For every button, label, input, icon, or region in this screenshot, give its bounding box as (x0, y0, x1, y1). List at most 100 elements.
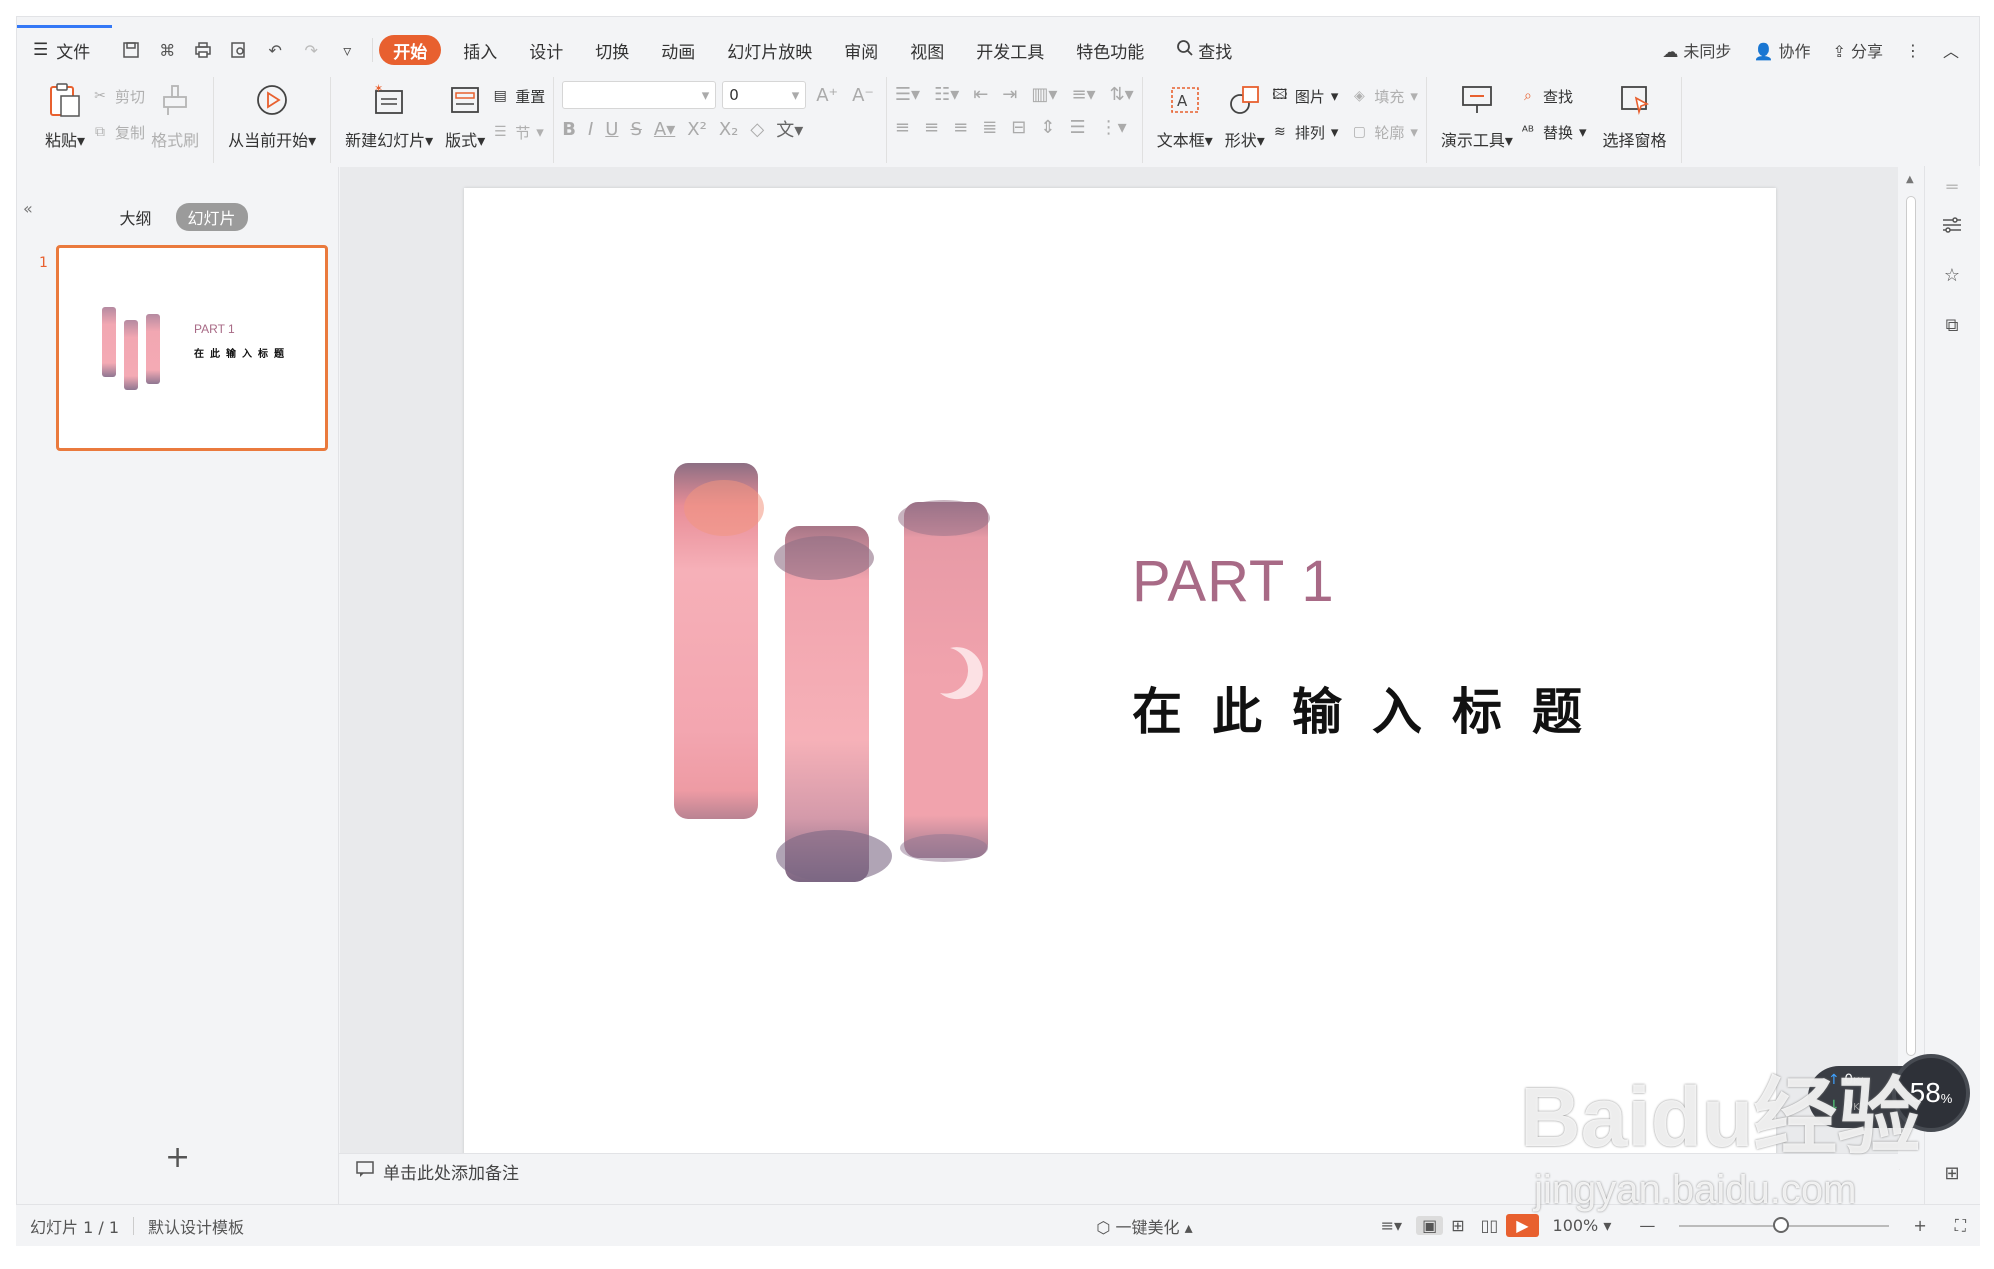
play-slideshow-button[interactable]: ▶ (1506, 1214, 1539, 1237)
align-right-icon[interactable]: ≡ (953, 117, 968, 138)
collab-button[interactable]: 👤 协作 (1753, 38, 1810, 62)
collapse-ribbon-icon[interactable]: ︿ (1943, 38, 1959, 62)
scroll-thumb[interactable] (1906, 196, 1916, 1056)
bold-icon[interactable]: B (562, 119, 576, 140)
cut-button[interactable]: ✂ 剪切 (91, 83, 145, 109)
print-icon[interactable] (192, 39, 214, 61)
panel-handle-icon[interactable]: ═ (1939, 174, 1965, 200)
zoom-value[interactable]: 100% ▾ (1539, 1216, 1626, 1235)
numbering-icon[interactable]: ☷▾ (934, 84, 959, 105)
bullets-icon[interactable]: ☰▾ (895, 84, 920, 105)
slide-sorter-icon[interactable]: ⊞ (1443, 1216, 1472, 1235)
tab-review[interactable]: 审阅 (828, 35, 894, 65)
slide[interactable]: PART 1 在此输入标题 (464, 188, 1776, 1168)
template-name[interactable]: 默认设计模板 (134, 1214, 258, 1238)
tab-home[interactable]: 开始 (379, 35, 442, 65)
vertical-align-icon[interactable]: ⇕ (1040, 117, 1055, 138)
format-painter-button[interactable]: 格式刷 (145, 77, 205, 157)
copy-button[interactable]: ⧉ 复制 (91, 119, 145, 145)
shape-button[interactable]: 形状▾ (1219, 77, 1271, 157)
slides-panel: « 大纲 幻灯片 1 PART 1 在此输入标题 + (17, 167, 339, 1205)
undo-icon[interactable]: ↶ (264, 39, 286, 61)
tab-animation[interactable]: 动画 (645, 35, 711, 65)
scroll-up-arrow[interactable]: ▲ (1906, 174, 1914, 185)
slide-part-label[interactable]: PART 1 (1132, 548, 1335, 615)
tab-transition[interactable]: 切换 (579, 35, 645, 65)
share-button[interactable]: ⇪ 分享 (1832, 38, 1883, 62)
redo-icon[interactable]: ↷ (300, 39, 322, 61)
present-tools-button[interactable]: 演示工具▾ (1435, 77, 1519, 157)
font-name-combo[interactable]: ▾ (562, 81, 717, 109)
zoom-in-icon[interactable]: + (1899, 1216, 1940, 1235)
format-painter-quick-icon[interactable]: ⌘ (156, 39, 178, 61)
zoom-slider[interactable] (1679, 1216, 1890, 1233)
replace-button[interactable]: ᴬᴮ 替换 ▾ (1519, 119, 1587, 145)
columns-icon[interactable]: ▥▾ (1031, 84, 1057, 105)
beautify-button[interactable]: ⬡ 一键美化 ▴ (1082, 1214, 1206, 1238)
search-button[interactable]: 查找 (1160, 35, 1248, 65)
text-box-button[interactable]: A 文本框▾ (1151, 77, 1219, 157)
layout-button[interactable]: 版式▾ (439, 77, 491, 157)
file-menu[interactable]: ☰ 文件 (17, 35, 106, 65)
align-left-icon[interactable]: ≡ (895, 117, 910, 138)
grid-apps-icon[interactable]: ⊞ (1939, 1160, 1965, 1186)
tab-slides[interactable]: 幻灯片 (175, 203, 248, 231)
normal-view-icon[interactable]: ▣ (1416, 1216, 1444, 1235)
subscript-icon[interactable]: X₂ (719, 119, 739, 140)
select-pane-button[interactable]: 选择窗格 (1597, 77, 1673, 157)
section-button[interactable]: ☰ 节 ▾ (491, 119, 545, 145)
increase-indent-icon[interactable]: ⇥ (1002, 84, 1017, 105)
customize-dropdown-icon[interactable]: ▿ (336, 39, 358, 61)
sync-button[interactable]: ☁ 未同步 (1662, 38, 1731, 62)
tab-slideshow[interactable]: 幻灯片放映 (711, 35, 828, 65)
settings-sliders-icon[interactable] (1939, 212, 1965, 238)
picture-button[interactable]: 🖾 图片 ▾ (1271, 83, 1338, 109)
from-current-button[interactable]: 从当前开始▾ (222, 77, 322, 157)
notes-toggle-icon[interactable]: ≡▾ (1367, 1216, 1416, 1235)
font-size-combo[interactable]: 0 ▾ (722, 81, 807, 109)
zoom-slider-thumb[interactable] (1773, 1216, 1790, 1233)
distribute-icon[interactable]: ⊟ (1011, 117, 1026, 138)
vertical-scrollbar[interactable]: ▲ (1898, 166, 1924, 1169)
justify-icon[interactable]: ≣ (982, 117, 997, 138)
clear-format-icon[interactable]: ◇ (750, 119, 764, 140)
strikethrough-icon[interactable]: S (630, 119, 641, 140)
tab-outline[interactable]: 大纲 (107, 203, 163, 231)
underline-icon[interactable]: U (605, 119, 618, 140)
fill-button[interactable]: ◈ 填充 ▾ (1350, 83, 1418, 109)
reading-view-icon[interactable]: ▯▯ (1473, 1216, 1507, 1235)
phonetic-icon[interactable]: 文▾ (776, 116, 803, 142)
slide-title[interactable]: 在此输入标题 (1132, 672, 1612, 744)
new-slide-button[interactable]: ✶ 新建幻灯片▾ (339, 77, 439, 157)
grow-font-icon[interactable]: A⁺ (812, 85, 842, 106)
zoom-out-icon[interactable]: — (1625, 1216, 1669, 1235)
add-slide-button[interactable]: + (165, 1140, 190, 1175)
convert-icon[interactable]: ⋮▾ (1100, 117, 1127, 138)
superscript-icon[interactable]: X² (687, 119, 707, 140)
line-spacing-icon[interactable]: ≡▾ (1071, 84, 1095, 105)
save-icon[interactable] (120, 39, 142, 61)
outline-button[interactable]: ▢ 轮廓 ▾ (1350, 119, 1418, 145)
tab-developer[interactable]: 开发工具 (960, 35, 1060, 65)
font-color-icon[interactable]: A▾ (654, 119, 675, 140)
paste-button[interactable]: 粘贴▾ (39, 77, 91, 157)
more-icon[interactable]: ⋮ (1905, 41, 1921, 60)
decrease-indent-icon[interactable]: ⇤ (973, 84, 988, 105)
find-button[interactable]: ⌕ 查找 (1519, 83, 1587, 109)
shrink-font-icon[interactable]: A⁻ (848, 85, 878, 106)
italic-icon[interactable]: I (588, 119, 593, 140)
tab-special[interactable]: 特色功能 (1060, 35, 1160, 65)
arrange-button[interactable]: ≋ 排列 ▾ (1271, 119, 1338, 145)
tab-insert[interactable]: 插入 (447, 35, 513, 65)
spacing-icon[interactable]: ☰ (1069, 117, 1085, 138)
slide-thumbnail[interactable]: PART 1 在此输入标题 (56, 245, 328, 451)
tab-design[interactable]: 设计 (513, 35, 579, 65)
print-preview-icon[interactable] (228, 39, 250, 61)
reset-button[interactable]: ▤ 重置 (491, 83, 546, 109)
tab-view[interactable]: 视图 (894, 35, 960, 65)
align-center-icon[interactable]: ≡ (924, 117, 939, 138)
star-icon[interactable]: ☆ (1939, 262, 1965, 288)
fit-window-icon[interactable]: ⛶ (1941, 1216, 1980, 1236)
switch-window-icon[interactable]: ⧉ (1939, 312, 1965, 338)
text-direction-icon[interactable]: ⇅▾ (1110, 84, 1134, 105)
